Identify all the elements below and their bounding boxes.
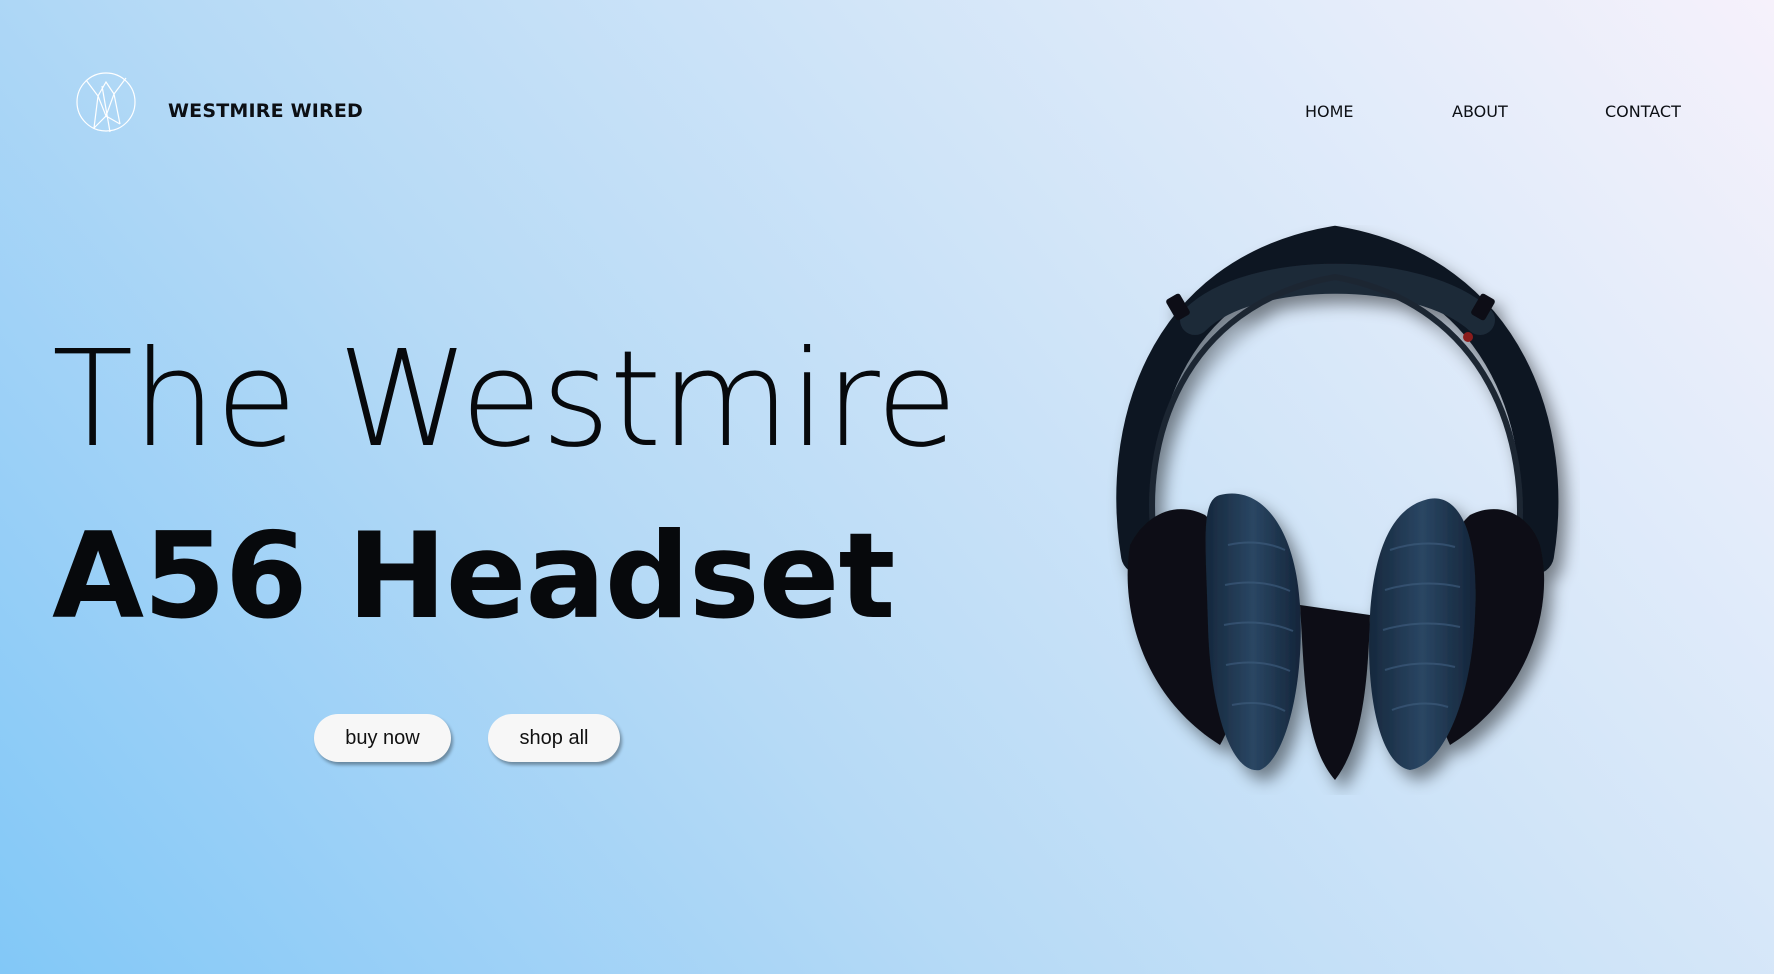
westmire-logo-icon[interactable] [74,72,138,136]
brand-name[interactable]: WESTMIRE WIRED [168,100,363,122]
buy-now-button[interactable]: buy now [314,714,451,762]
hero-title-line1: The Westmire [52,323,958,477]
nav-home-link[interactable]: HOME [1305,102,1354,121]
nav-contact-link[interactable]: CONTACT [1605,102,1681,121]
headphones-product-image [1100,225,1580,795]
nav-about-link[interactable]: ABOUT [1452,102,1508,121]
shop-all-button[interactable]: shop all [488,714,620,762]
hero-title-line2: A56 Headset [52,508,895,646]
landing-page: WESTMIRE WIRED HOME ABOUT CONTACT The We… [0,0,1774,974]
